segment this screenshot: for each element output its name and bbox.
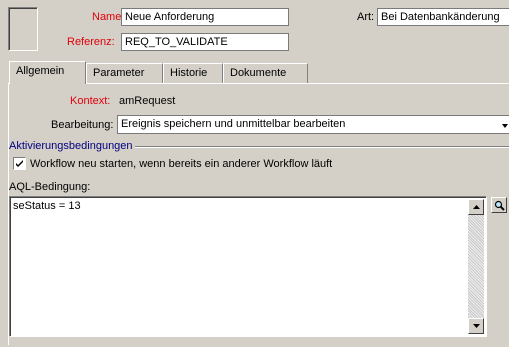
activation-group-title: Aktivierungsbedingungen (9, 139, 135, 153)
tab-historie[interactable]: Historie (163, 63, 223, 83)
referenz-field[interactable]: REQ_TO_VALIDATE (121, 33, 289, 51)
referenz-label: Referenz: (67, 36, 115, 48)
record-image-box[interactable] (8, 7, 38, 51)
checkmark-icon (16, 160, 23, 167)
aql-scrollbar[interactable] (468, 199, 484, 334)
bearbeitung-select-value: Ereignis speichern und unmittelbar bearb… (121, 118, 346, 130)
aql-label: AQL-Bedingung: (9, 181, 91, 193)
aql-condition-text: seStatus = 13 (13, 200, 81, 212)
scroll-down-icon[interactable] (468, 318, 484, 334)
name-label: Name: (92, 11, 125, 23)
name-field[interactable]: Neue Anforderung (121, 8, 289, 26)
bearbeitung-select[interactable]: Ereignis speichern und unmittelbar bearb… (117, 115, 509, 134)
art-field[interactable]: Bei Datenbankänderung (377, 8, 509, 26)
tab-label: Parameter (93, 67, 145, 79)
tab-parameter[interactable]: Parameter (86, 63, 163, 83)
kontext-value: amRequest (119, 95, 176, 107)
tab-dokumente[interactable]: Dokumente (223, 63, 308, 83)
art-label: Art: (357, 11, 375, 23)
aql-builder-button[interactable] (491, 197, 507, 213)
aql-condition-editor[interactable]: seStatus = 13 (9, 196, 487, 337)
dropdown-arrow-icon[interactable] (502, 120, 509, 128)
tab-label: Historie (170, 67, 208, 79)
restart-workflow-label: Workflow neu starten, wenn bereits ein a… (30, 158, 333, 170)
tab-label: Allgemein (16, 65, 65, 77)
kontext-label: Kontext: (70, 95, 111, 107)
restart-workflow-checkbox[interactable] (13, 157, 26, 170)
bearbeitung-label: Bearbeitung: (51, 119, 114, 131)
tab-allgemein[interactable]: Allgemein (9, 61, 86, 84)
tab-label: Dokumente (230, 67, 287, 79)
magnifier-icon (494, 200, 505, 211)
scroll-up-icon[interactable] (468, 199, 484, 215)
